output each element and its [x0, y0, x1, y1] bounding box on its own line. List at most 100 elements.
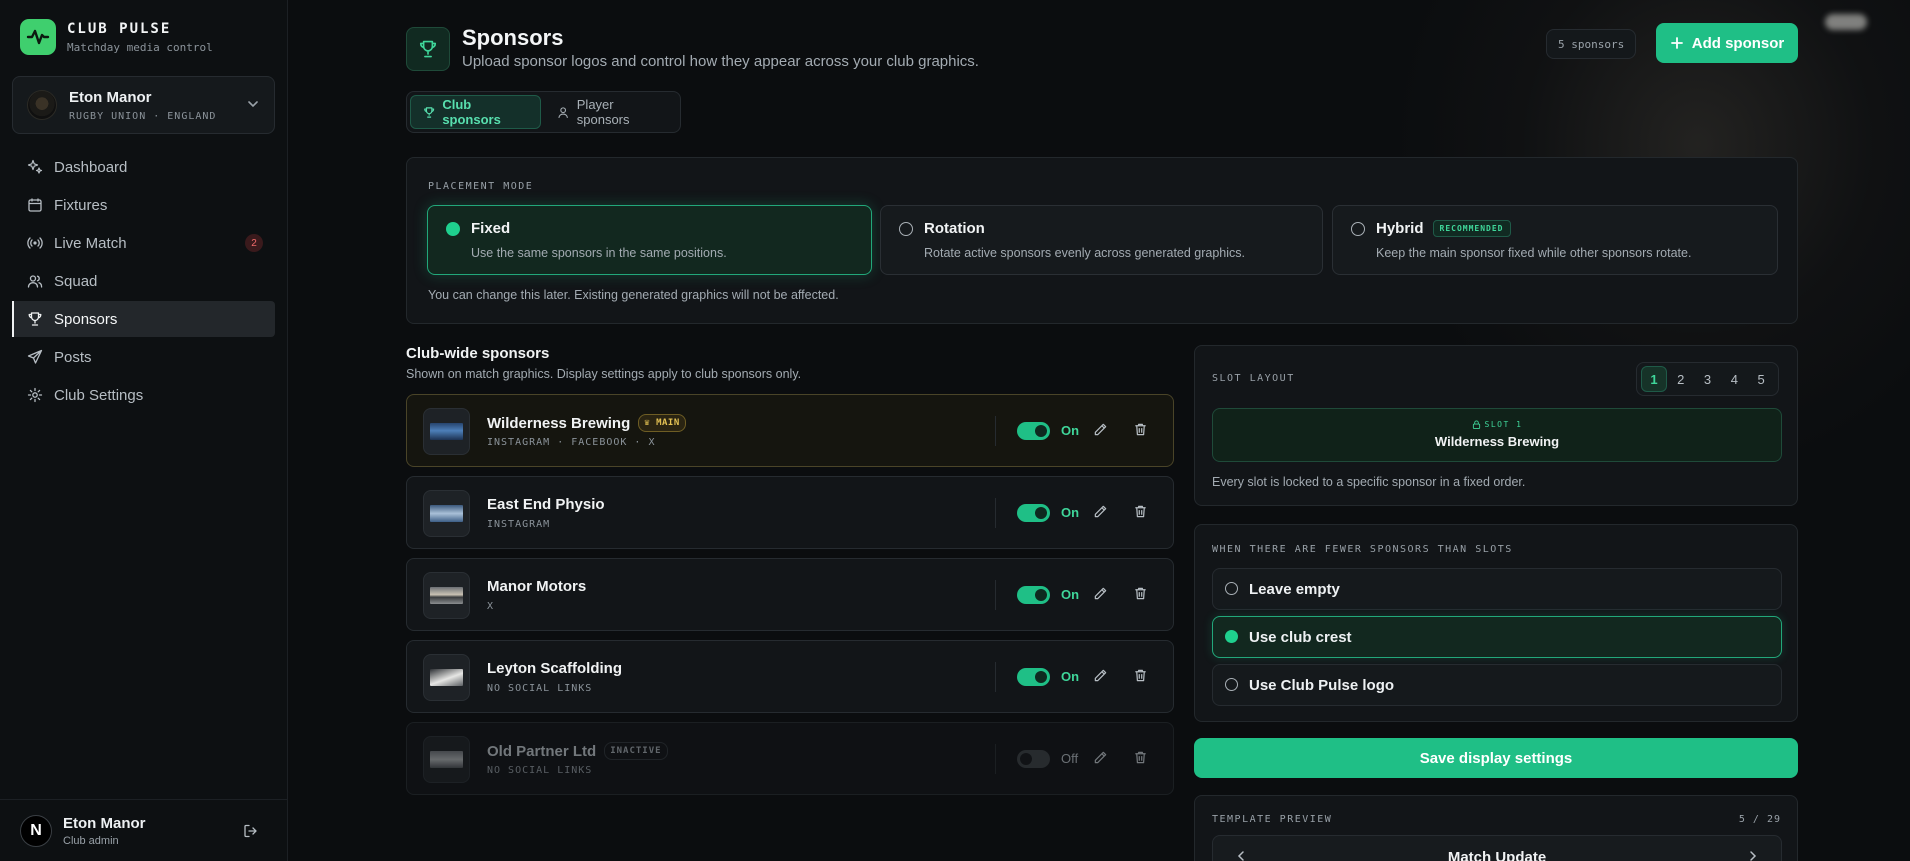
- sponsor-row[interactable]: Manor Motors X On: [406, 558, 1174, 631]
- template-carousel: Match Update: [1212, 835, 1782, 861]
- brand-tagline: Matchday media control: [67, 40, 213, 54]
- user-role: Club admin: [63, 834, 119, 847]
- slot-option-3[interactable]: 3: [1695, 366, 1721, 392]
- sponsor-name: Manor Motors: [487, 578, 587, 595]
- user-icon: [558, 106, 569, 118]
- lock-icon: [1472, 420, 1480, 429]
- sponsor-name: Old Partner Ltd: [487, 742, 597, 760]
- divider: [995, 498, 996, 528]
- brand[interactable]: CLUB PULSE Matchday media control: [20, 19, 213, 55]
- slot-option-4[interactable]: 4: [1721, 366, 1747, 392]
- edit-icon[interactable]: [1093, 750, 1108, 770]
- option-label: Use Club Pulse logo: [1249, 677, 1395, 694]
- toggle-state: On: [1061, 587, 1080, 602]
- save-display-settings-button[interactable]: Save display settings: [1194, 738, 1798, 778]
- sidebar-item-label: Fixtures: [54, 196, 108, 214]
- sponsor-row[interactable]: Old Partner Ltd INACTIVE NO SOCIAL LINKS…: [406, 722, 1174, 795]
- divider: [995, 580, 996, 610]
- sponsor-logo: [423, 572, 470, 619]
- sponsor-logo: [423, 408, 470, 455]
- mode-rotation[interactable]: Rotation Rotate active sponsors evenly a…: [880, 205, 1323, 275]
- slot-option-5[interactable]: 5: [1748, 366, 1774, 392]
- sidebar-item-live-match[interactable]: Live Match 2: [12, 225, 275, 261]
- sidebar-item-sponsors[interactable]: Sponsors: [12, 301, 275, 337]
- sponsor-name: Leyton Scaffolding: [487, 660, 622, 677]
- sidebar-item-label: Dashboard: [54, 158, 128, 176]
- sponsor-toggle[interactable]: [1017, 586, 1050, 604]
- slot-option-2[interactable]: 2: [1668, 366, 1694, 392]
- sponsor-toggle[interactable]: [1017, 668, 1050, 686]
- trash-icon[interactable]: [1133, 422, 1148, 442]
- mode-hybrid[interactable]: Hybrid RECOMMENDED Keep the main sponsor…: [1332, 205, 1778, 275]
- placement-note: You can change this later. Existing gene…: [428, 288, 839, 302]
- sidebar-item-posts[interactable]: Posts: [12, 339, 275, 375]
- mode-fixed[interactable]: Fixed Use the same sponsors in the same …: [427, 205, 872, 275]
- sponsor-row[interactable]: Wilderness Brewing ♛ MAIN INSTAGRAM · FA…: [406, 394, 1174, 467]
- tab-club-sponsors[interactable]: Club sponsors: [410, 95, 542, 129]
- brand-name: CLUB PULSE: [67, 20, 172, 37]
- sponsor-count-badge: 5 sponsors: [1546, 29, 1637, 59]
- add-sponsor-button[interactable]: Add sponsor: [1656, 23, 1798, 63]
- add-sponsor-label: Add sponsor: [1691, 34, 1785, 52]
- club-switcher[interactable]: Eton Manor RUGBY UNION · ENGLAND: [12, 76, 275, 134]
- sponsor-logo: [423, 654, 470, 701]
- mode-description: Keep the main sponsor fixed while other …: [1376, 246, 1692, 260]
- radio-selected: [446, 222, 460, 236]
- main-sponsor-badge: ♛ MAIN: [638, 414, 686, 432]
- sponsor-row[interactable]: East End Physio INSTAGRAM On: [406, 476, 1174, 549]
- trash-icon[interactable]: [1133, 750, 1148, 770]
- sponsor-row[interactable]: Leyton Scaffolding NO SOCIAL LINKS On: [406, 640, 1174, 713]
- tab-label: Player sponsors: [576, 97, 630, 127]
- divider: [995, 744, 996, 774]
- logout-icon[interactable]: [243, 823, 259, 844]
- sponsor-name: Wilderness Brewing: [487, 414, 631, 432]
- slot-tag: SLOT 1: [1484, 420, 1523, 429]
- slot-layout-panel: SLOT LAYOUT 1 2 3 4 5 SLOT 1 Wilderness …: [1194, 345, 1798, 506]
- option-leave-empty[interactable]: Leave empty: [1212, 568, 1782, 610]
- edit-icon[interactable]: [1093, 504, 1108, 524]
- tab-label: Club sponsors: [442, 97, 501, 127]
- slot-1-card[interactable]: SLOT 1 Wilderness Brewing: [1212, 408, 1782, 462]
- divider: [995, 416, 996, 446]
- sponsor-toggle[interactable]: [1017, 504, 1050, 522]
- toggle-state: On: [1061, 505, 1080, 520]
- trash-icon[interactable]: [1133, 668, 1148, 688]
- sidebar-item-club-settings[interactable]: Club Settings: [12, 377, 275, 413]
- tab-player-sponsors[interactable]: Player sponsors: [545, 95, 677, 129]
- avatar[interactable]: N: [20, 814, 52, 847]
- chevron-right-icon[interactable]: [1747, 849, 1759, 861]
- option-use-club-pulse-logo[interactable]: Use Club Pulse logo: [1212, 664, 1782, 706]
- edit-icon[interactable]: [1093, 422, 1108, 442]
- sponsor-social-links: INSTAGRAM: [487, 519, 551, 530]
- sidebar-item-squad[interactable]: Squad: [12, 263, 275, 299]
- toggle-state: On: [1061, 669, 1080, 684]
- sponsor-list-title: Club-wide sponsors: [406, 345, 550, 362]
- section-label: WHEN THERE ARE FEWER SPONSORS THAN SLOTS: [1212, 544, 1513, 555]
- broadcast-icon: [27, 237, 43, 249]
- section-label: SLOT LAYOUT: [1212, 373, 1295, 384]
- divider: [995, 662, 996, 692]
- mode-title: Hybrid: [1376, 220, 1424, 237]
- sponsor-social-links: INSTAGRAM · FACEBOOK · X: [487, 437, 656, 448]
- edit-icon[interactable]: [1093, 668, 1108, 688]
- sidebar-item-fixtures[interactable]: Fixtures: [12, 187, 275, 223]
- sidebar-item-label: Sponsors: [54, 310, 118, 328]
- radio-unselected: [1351, 222, 1365, 236]
- sponsor-toggle[interactable]: [1017, 422, 1050, 440]
- sponsor-toggle[interactable]: [1017, 750, 1050, 768]
- sidebar-item-dashboard[interactable]: Dashboard: [12, 149, 275, 185]
- option-use-club-crest[interactable]: Use club crest: [1212, 616, 1782, 658]
- option-label: Leave empty: [1249, 581, 1340, 598]
- user-profile: N Eton Manor Club admin: [0, 799, 287, 861]
- trash-icon[interactable]: [1133, 504, 1148, 524]
- edit-icon[interactable]: [1093, 586, 1108, 606]
- slot-option-1[interactable]: 1: [1641, 366, 1667, 392]
- send-icon: [27, 349, 43, 364]
- mode-description: Rotate active sponsors evenly across gen…: [924, 246, 1246, 260]
- trash-icon[interactable]: [1133, 586, 1148, 606]
- crown-icon: ♛: [644, 418, 651, 428]
- sparkle-icon: [27, 159, 43, 174]
- sponsor-logo: [423, 490, 470, 537]
- trophy-icon: [28, 312, 42, 326]
- sponsor-logo: [423, 736, 470, 783]
